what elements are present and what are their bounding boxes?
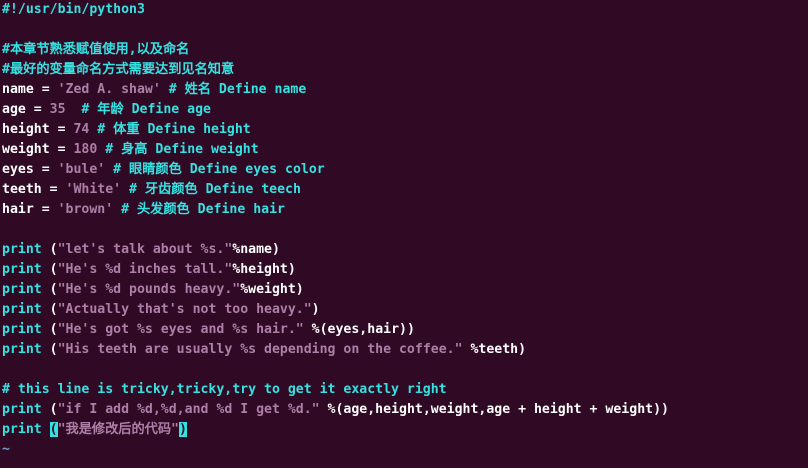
- comment-line: #最好的变量命名方式需要达到见名知意: [0, 60, 808, 80]
- string-literal: "if I add %d,%d,and %d I get %d.": [57, 402, 320, 417]
- string-literal: 'brown': [57, 202, 114, 217]
- code-text: (: [41, 302, 58, 317]
- string-literal: "He's got %s eyes and %s hair.": [57, 322, 304, 337]
- code-text: %name): [232, 242, 280, 257]
- code-text: teeth =: [2, 182, 66, 197]
- code-text: height =: [2, 122, 74, 137]
- code-line-age: age = 35 # 年龄 Define age: [0, 100, 808, 120]
- print-line: print ("Actually that's not too heavy."): [0, 300, 808, 320]
- print-line: print ("He's %d inches tall."%height): [0, 260, 808, 280]
- code-text: (: [41, 262, 58, 277]
- code-text: %teeth): [462, 342, 527, 357]
- number-literal: 180: [73, 142, 98, 157]
- print-keyword: print: [2, 282, 42, 297]
- code-text: eyes =: [2, 162, 58, 177]
- string-literal: "He's %d inches tall.": [57, 262, 233, 277]
- print-keyword: print: [2, 322, 42, 337]
- inline-comment: # 牙齿颜色 Define teech: [121, 182, 301, 197]
- code-text: name =: [2, 82, 58, 97]
- string-literal: 'White': [65, 182, 122, 197]
- tilde-marker: ~: [2, 442, 10, 457]
- print-keyword: print: [2, 402, 42, 417]
- code-text: (: [41, 322, 58, 337]
- comment-text: #最好的变量命名方式需要达到见名知意: [2, 62, 235, 77]
- string-literal: "He's %d pounds heavy.": [57, 282, 241, 297]
- inline-comment: # 眼睛颜色 Define eyes color: [105, 162, 325, 177]
- code-text: %(age,height,weight,age + height + weigh…: [319, 402, 669, 417]
- string-literal: "His teeth are usually %s depending on t…: [57, 342, 463, 357]
- comment-line: # this line is tricky,tricky,try to get …: [0, 380, 808, 400]
- code-text: (: [41, 342, 58, 357]
- inline-comment: # 头发颜色 Define hair: [113, 202, 285, 217]
- comment-text: #本章节熟悉赋值使用,以及命名: [2, 42, 190, 57]
- string-literal: "我是修改后的代码": [57, 422, 179, 437]
- code-text: (: [41, 242, 58, 257]
- number-literal: 74: [73, 122, 90, 137]
- code-text: (: [41, 402, 58, 417]
- print-line: print ("He's got %s eyes and %s hair." %…: [0, 320, 808, 340]
- print-keyword: print: [2, 262, 42, 277]
- code-text: %(eyes,hair)): [303, 322, 415, 337]
- comment-line: #本章节熟悉赋值使用,以及命名: [0, 40, 808, 60]
- text-cursor[interactable]: ): [179, 422, 187, 437]
- inline-comment: # 姓名 Define name: [160, 82, 307, 97]
- code-text: ): [311, 302, 320, 317]
- print-keyword: print: [2, 302, 42, 317]
- print-line: print ("His teeth are usually %s dependi…: [0, 340, 808, 360]
- print-keyword: print: [2, 422, 42, 437]
- terminal-editor[interactable]: #!/usr/bin/python3 #本章节熟悉赋值使用,以及命名 #最好的变…: [0, 0, 808, 468]
- shebang-text: #!/usr/bin/python3: [2, 2, 145, 17]
- print-keyword: print: [2, 242, 42, 257]
- code-line-eyes: eyes = 'bule' # 眼睛颜色 Define eyes color: [0, 160, 808, 180]
- string-literal: 'bule': [57, 162, 106, 177]
- inline-comment: # 身高 Define weight: [97, 142, 259, 157]
- code-text: %height): [232, 262, 296, 277]
- code-text: age =: [2, 102, 50, 117]
- print-line: print ("He's %d pounds heavy."%weight): [0, 280, 808, 300]
- shebang-line: #!/usr/bin/python3: [0, 0, 808, 20]
- empty-buffer-tilde: ~: [0, 440, 808, 460]
- string-literal: "Actually that's not too heavy.": [57, 302, 312, 317]
- code-text: hair =: [2, 202, 58, 217]
- comment-text: # this line is tricky,tricky,try to get …: [2, 382, 447, 397]
- inline-comment: # 体重 Define height: [89, 122, 251, 137]
- code-line-weight: weight = 180 # 身高 Define weight: [0, 140, 808, 160]
- number-literal: 35: [49, 102, 66, 117]
- code-line-name: name = 'Zed A. shaw' # 姓名 Define name: [0, 80, 808, 100]
- inline-comment: # 年龄 Define age: [65, 102, 211, 117]
- code-line-teeth: teeth = 'White' # 牙齿颜色 Define teech: [0, 180, 808, 200]
- code-text: (: [41, 282, 58, 297]
- matching-paren-highlight: (: [49, 422, 58, 437]
- print-keyword: print: [2, 342, 42, 357]
- code-line-height: height = 74 # 体重 Define height: [0, 120, 808, 140]
- string-literal: 'Zed A. shaw': [57, 82, 161, 97]
- string-literal: "let's talk about %s.": [57, 242, 233, 257]
- code-text: %weight): [240, 282, 304, 297]
- code-line-hair: hair = 'brown' # 头发颜色 Define hair: [0, 200, 808, 220]
- print-line-current[interactable]: print ("我是修改后的代码"): [0, 420, 808, 440]
- print-line: print ("let's talk about %s."%name): [0, 240, 808, 260]
- code-text: weight =: [2, 142, 74, 157]
- print-line: print ("if I add %d,%d,and %d I get %d."…: [0, 400, 808, 420]
